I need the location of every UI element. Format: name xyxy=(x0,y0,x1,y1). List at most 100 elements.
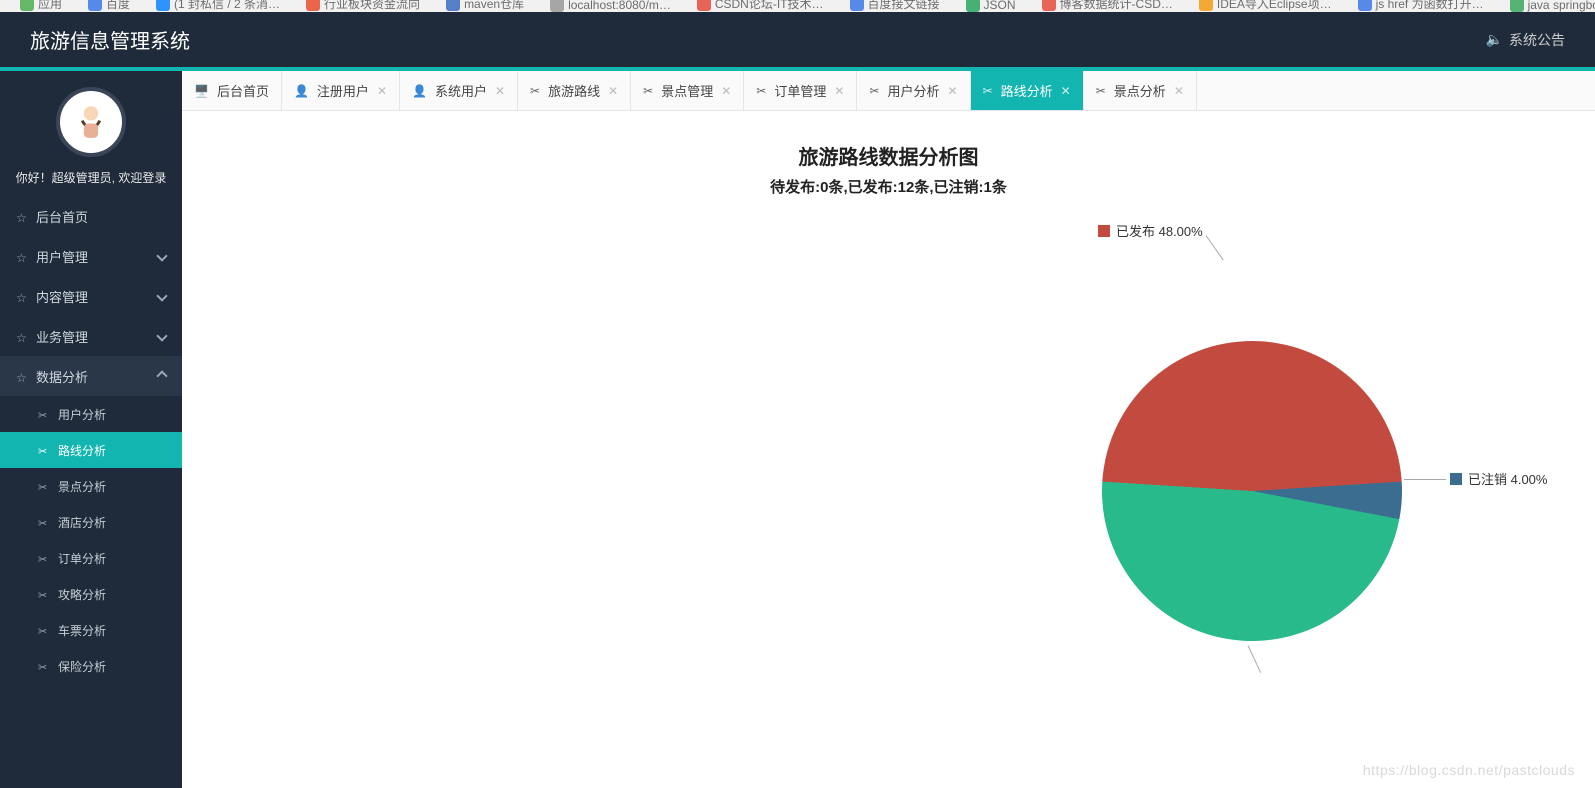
bookmark-favicon xyxy=(1042,0,1056,11)
tab-系统用户[interactable]: 👤系统用户✕ xyxy=(400,71,518,110)
sidebar-subitem-攻略分析[interactable]: 攻略分析 xyxy=(0,576,182,612)
sidebar-item-用户管理[interactable]: 用户管理 xyxy=(0,236,182,276)
notice-label: 系统公告 xyxy=(1509,30,1565,50)
bookmark-item[interactable]: js href 为函数打开… xyxy=(1358,0,1484,12)
system-notice-link[interactable]: 🔈 系统公告 xyxy=(1486,30,1565,50)
bookmark-item[interactable]: CSDN论坛-IT技术… xyxy=(697,0,824,12)
pie-chart xyxy=(1102,341,1402,641)
bookmark-item[interactable]: 百度 xyxy=(88,0,130,12)
star-icon xyxy=(16,290,28,302)
bookmark-label: IDEA导入Eclipse项… xyxy=(1217,0,1332,12)
tab-label: 用户分析 xyxy=(888,81,940,100)
bookmark-favicon xyxy=(697,0,711,11)
bookmark-label: (1 封私信 / 2 条消… xyxy=(174,0,280,12)
tab-icon: ✂ xyxy=(756,84,766,98)
bookmark-item[interactable]: 百度接文链接 xyxy=(850,0,940,12)
close-icon[interactable]: ✕ xyxy=(721,84,731,98)
close-icon[interactable]: ✕ xyxy=(608,84,618,98)
tab-景点分析[interactable]: ✂ 景点分析 ✕ xyxy=(1084,71,1197,110)
sidebar-subitem-订单分析[interactable]: 订单分析 xyxy=(0,540,182,576)
sidebar-item-label: 后台首页 xyxy=(36,207,88,226)
sidebar-subitem-label: 景点分析 xyxy=(58,478,106,495)
bookmark-item[interactable]: 博客数据统计-CSD… xyxy=(1042,0,1173,12)
legend-swatch-published xyxy=(1098,225,1110,237)
bookmark-label: JSON xyxy=(984,0,1016,12)
tab-注册用户[interactable]: 👤注册用户✕ xyxy=(282,71,400,110)
bookmark-item[interactable]: IDEA导入Eclipse项… xyxy=(1199,0,1332,12)
bookmark-favicon xyxy=(1358,0,1372,11)
sidebar-subitem-label: 用户分析 xyxy=(58,406,106,423)
close-icon[interactable]: ✕ xyxy=(948,84,958,98)
tab-订单管理[interactable]: ✂订单管理✕ xyxy=(744,71,857,110)
bookmark-favicon xyxy=(550,0,564,12)
tab-label: 注册用户 xyxy=(317,81,369,100)
close-icon[interactable]: ✕ xyxy=(1174,84,1184,98)
bookmark-item[interactable]: JSON xyxy=(966,0,1016,12)
sidebar-item-后台首页[interactable]: 后台首页 xyxy=(0,196,182,236)
bookmark-favicon xyxy=(156,0,170,11)
tab-icon: 👤 xyxy=(412,84,427,98)
tab-景点管理[interactable]: ✂景点管理✕ xyxy=(631,71,744,110)
scissors-icon xyxy=(38,624,50,636)
sidebar-item-内容管理[interactable]: 内容管理 xyxy=(0,276,182,316)
bookmark-item[interactable]: localhost:8080/m… xyxy=(550,0,671,12)
bookmark-item[interactable]: 行业板块资金流向 xyxy=(306,0,420,12)
legend-swatch-cancelled xyxy=(1450,473,1462,485)
sidebar-subitem-label: 酒店分析 xyxy=(58,514,106,531)
tab-icon: ✂ xyxy=(1096,84,1106,98)
sidebar-item-数据分析[interactable]: 数据分析 xyxy=(0,356,182,396)
tab-label: 景点分析 xyxy=(1114,81,1166,100)
bookmark-label: 百度 xyxy=(106,0,130,12)
sidebar-subitem-景点分析[interactable]: 景点分析 xyxy=(0,468,182,504)
scissors-icon xyxy=(38,660,50,672)
bookmark-favicon xyxy=(446,0,460,11)
tab-bar: 🖥️后台首页👤注册用户✕👤系统用户✕✂旅游路线✕✂景点管理✕✂订单管理✕✂用户分… xyxy=(182,71,1595,111)
bookmark-label: java springbo… xyxy=(1528,0,1595,12)
bookmark-label: localhost:8080/m… xyxy=(568,0,671,12)
chevron-down-icon xyxy=(156,290,167,301)
tab-icon: 🖥️ xyxy=(194,84,209,98)
avatar[interactable] xyxy=(56,87,126,157)
sidebar: 你好！超级管理员, 欢迎登录 后台首页用户管理内容管理业务管理数据分析用户分析路… xyxy=(0,67,182,788)
chart-title: 旅游路线数据分析图 xyxy=(182,141,1595,170)
sidebar-subitem-用户分析[interactable]: 用户分析 xyxy=(0,396,182,432)
chart-panel: 旅游路线数据分析图 待发布:0条,已发布:12条,已注销:1条 已发布 48.0… xyxy=(182,111,1595,788)
bookmark-label: CSDN论坛-IT技术… xyxy=(715,0,824,12)
content-area: 🖥️后台首页👤注册用户✕👤系统用户✕✂旅游路线✕✂景点管理✕✂订单管理✕✂用户分… xyxy=(182,67,1595,788)
scissors-icon xyxy=(38,516,50,528)
sidebar-item-业务管理[interactable]: 业务管理 xyxy=(0,316,182,356)
sidebar-subitem-路线分析[interactable]: 路线分析 xyxy=(0,432,182,468)
star-icon xyxy=(16,330,28,342)
bookmark-item[interactable]: (1 封私信 / 2 条消… xyxy=(156,0,280,12)
app-title: 旅游信息管理系统 xyxy=(30,25,190,54)
sidebar-subitem-label: 车票分析 xyxy=(58,622,106,639)
tab-旅游路线[interactable]: ✂旅游路线✕ xyxy=(518,71,631,110)
avatar-icon xyxy=(68,99,114,145)
scissors-icon xyxy=(38,552,50,564)
close-icon[interactable]: ✕ xyxy=(495,84,505,98)
bookmark-item[interactable]: java springbo… xyxy=(1510,0,1595,12)
pie-slices xyxy=(1093,332,1411,650)
tab-用户分析[interactable]: ✂用户分析✕ xyxy=(857,71,970,110)
tab-icon: ✂ xyxy=(530,84,540,98)
bookmark-label: 博客数据统计-CSD… xyxy=(1060,0,1173,12)
bookmark-label: js href 为函数打开… xyxy=(1376,0,1484,12)
tab-label: 路线分析 xyxy=(1001,81,1053,100)
sidebar-subitem-酒店分析[interactable]: 酒店分析 xyxy=(0,504,182,540)
bookmark-label: maven仓库 xyxy=(464,0,524,12)
close-icon[interactable]: ✕ xyxy=(1061,84,1071,98)
bookmark-label: 百度接文链接 xyxy=(868,0,940,12)
close-icon[interactable]: ✕ xyxy=(377,84,387,98)
pie-label-published: 已发布 48.00% xyxy=(1098,221,1203,240)
bookmark-item[interactable]: 应用 xyxy=(20,0,62,12)
close-icon[interactable]: ✕ xyxy=(834,84,844,98)
sidebar-item-label: 业务管理 xyxy=(36,327,88,346)
sidebar-subitem-label: 订单分析 xyxy=(58,550,106,567)
tab-后台首页[interactable]: 🖥️后台首页 xyxy=(182,71,282,110)
tab-路线分析[interactable]: ✂路线分析✕ xyxy=(971,71,1084,110)
sidebar-subitem-车票分析[interactable]: 车票分析 xyxy=(0,612,182,648)
bookmark-item[interactable]: maven仓库 xyxy=(446,0,524,12)
bookmark-favicon xyxy=(966,0,980,12)
sidebar-subitem-保险分析[interactable]: 保险分析 xyxy=(0,648,182,684)
bookmark-label: 应用 xyxy=(38,0,62,12)
